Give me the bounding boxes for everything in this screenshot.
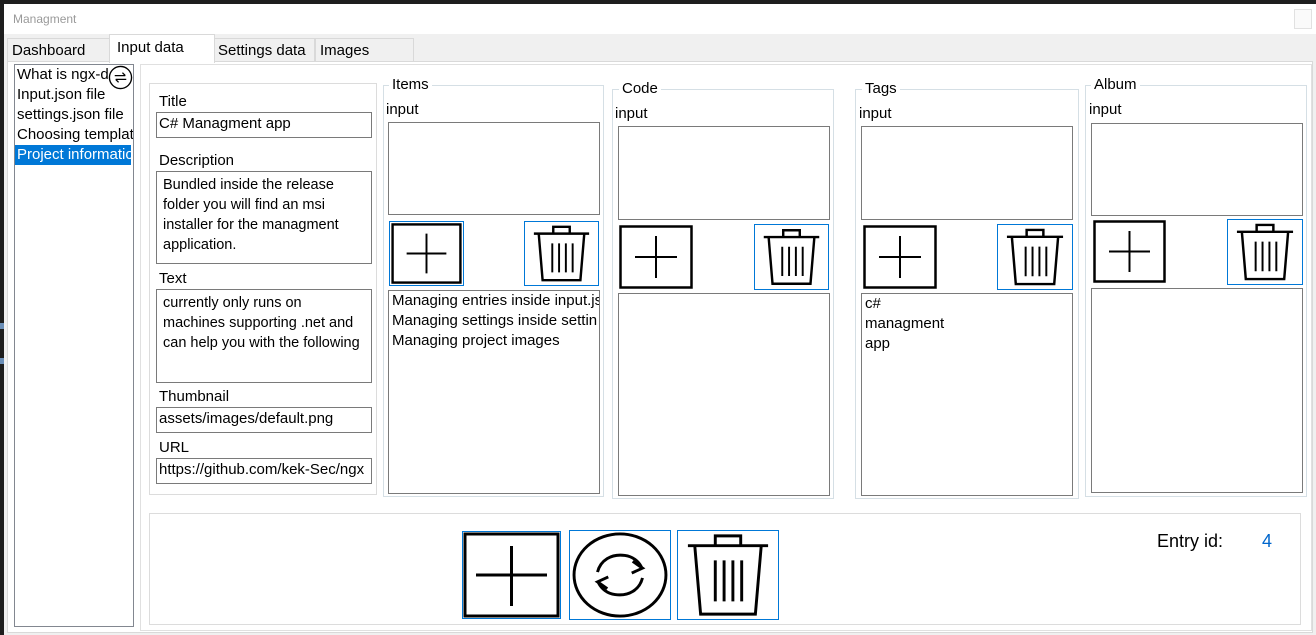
items-group-title: Items: [389, 76, 432, 94]
description-field[interactable]: Bundled inside the release folder you wi…: [156, 171, 372, 264]
code-add-button[interactable]: [618, 224, 694, 290]
album-input-label: input: [1089, 101, 1122, 118]
list-item[interactable]: Managing project images: [392, 331, 596, 351]
tab-dashboard[interactable]: Dashboard: [7, 38, 111, 62]
tab-label: Input data: [117, 39, 184, 56]
tags-input-label: input: [859, 105, 892, 122]
entry-form: Title C# Managment app Description Bundl…: [149, 83, 377, 495]
entry-list[interactable]: What is ngx-d Input.json file settings.j…: [14, 64, 134, 627]
code-group: Code input: [612, 80, 834, 499]
list-item[interactable]: Managing settings inside settin: [392, 311, 597, 331]
tab-label: Images: [320, 42, 370, 59]
album-list[interactable]: [1091, 288, 1303, 493]
trash-icon: [1006, 228, 1064, 286]
thumbnail-label: Thumbnail: [159, 388, 230, 405]
code-list[interactable]: [618, 293, 830, 496]
album-add-button[interactable]: [1092, 219, 1167, 284]
entry-actions-panel: [149, 513, 1301, 625]
plus-icon: [391, 223, 462, 284]
list-item[interactable]: managment: [865, 314, 1069, 334]
list-item[interactable]: settings.json file: [15, 105, 133, 125]
items-list[interactable]: Managing entries inside input.js Managin…: [388, 290, 600, 494]
items-input-label: input: [386, 101, 419, 118]
album-delete-button[interactable]: [1227, 219, 1303, 285]
tab-label: Settings data: [218, 42, 306, 59]
code-group-title: Code: [619, 80, 661, 98]
trash-icon: [687, 534, 769, 616]
refresh-list-button[interactable]: [108, 65, 133, 90]
title-bar: Managment: [4, 4, 1316, 34]
items-group: Items input Managing entries inside inpu…: [383, 76, 604, 497]
thumbnail-field[interactable]: assets/images/default.png: [156, 407, 372, 433]
add-entry-button[interactable]: [461, 530, 562, 620]
plus-icon: [863, 225, 937, 289]
trash-icon: [1236, 223, 1294, 281]
tab-settings-data[interactable]: Settings data: [213, 38, 315, 62]
tags-group-title: Tags: [862, 80, 900, 98]
tab-label: Dashboard: [12, 42, 86, 59]
plus-icon: [1093, 220, 1166, 283]
content-area: Title C# Managment app Description Bundl…: [140, 64, 1312, 631]
app-window: Managment Dashboard Input data Settings …: [4, 4, 1316, 635]
album-group-title: Album: [1091, 76, 1140, 94]
album-group: Album input: [1085, 76, 1307, 497]
tab-input-data[interactable]: Input data: [109, 34, 215, 63]
tab-images[interactable]: Images: [315, 38, 414, 62]
items-input-field[interactable]: [388, 122, 600, 215]
list-item-selected[interactable]: Project informatio: [15, 145, 131, 165]
tab-strip: Dashboard Input data Settings data Image…: [4, 34, 1316, 63]
tags-add-button[interactable]: [862, 224, 938, 290]
title-field[interactable]: C# Managment app: [156, 112, 372, 138]
items-add-button[interactable]: [389, 221, 464, 286]
title-label: Title: [159, 93, 187, 110]
url-label: URL: [159, 439, 190, 456]
url-field[interactable]: https://github.com/kek-Sec/ngx: [156, 458, 372, 484]
window-control-button[interactable]: [1294, 9, 1312, 29]
description-label: Description: [159, 152, 235, 169]
text-field[interactable]: currently only runs on machines supporti…: [156, 289, 372, 383]
entry-id-value: 4: [1262, 531, 1273, 551]
code-input-label: input: [615, 105, 648, 122]
trash-icon: [763, 229, 820, 285]
window-title: Managment: [13, 12, 77, 26]
update-entry-button[interactable]: [569, 530, 671, 620]
trash-icon: [533, 225, 590, 282]
list-item[interactable]: app: [865, 334, 1069, 354]
delete-entry-button[interactable]: [677, 530, 779, 620]
entry-id-label: Entry id:: [1157, 531, 1224, 551]
album-input-field[interactable]: [1091, 123, 1303, 216]
code-delete-button[interactable]: [754, 224, 829, 290]
text-label: Text: [159, 270, 187, 287]
refresh-icon: [108, 65, 133, 90]
list-item[interactable]: Managing entries inside input.js: [392, 291, 599, 311]
plus-icon: [619, 225, 693, 289]
tags-input-field[interactable]: [861, 126, 1073, 220]
plus-icon: [462, 531, 561, 619]
refresh-icon: [572, 532, 668, 618]
tags-group: Tags input c# managment app: [855, 80, 1079, 499]
tags-list[interactable]: c# managment app: [861, 293, 1073, 496]
list-item[interactable]: c#: [865, 294, 1069, 314]
code-input-field[interactable]: [618, 126, 830, 220]
tags-delete-button[interactable]: [997, 224, 1073, 290]
list-item[interactable]: Choosing templat: [15, 125, 133, 145]
items-delete-button[interactable]: [524, 221, 599, 286]
